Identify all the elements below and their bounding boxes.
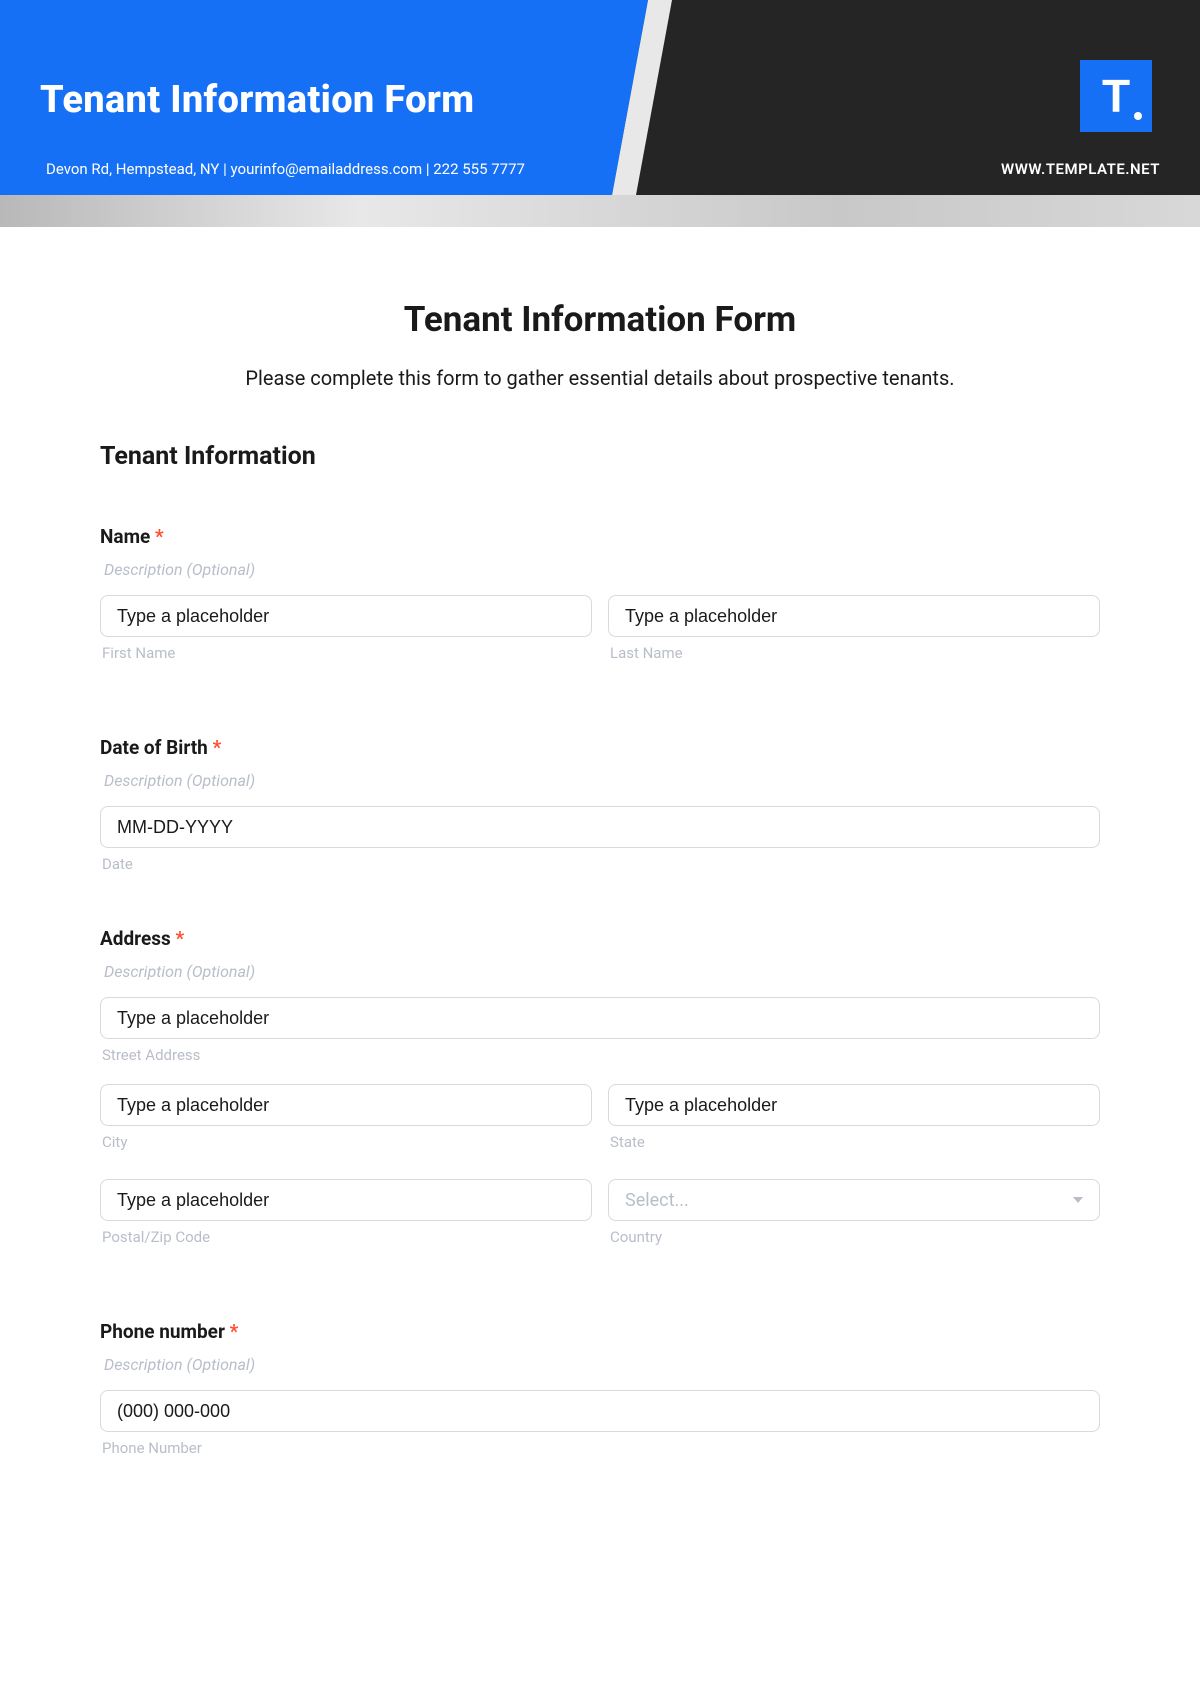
banner-url: WWW.TEMPLATE.NET xyxy=(1001,160,1160,178)
field-name: Name * Description (Optional) First Name… xyxy=(100,525,1100,682)
field-dob: Date of Birth * Description (Optional) D… xyxy=(100,736,1100,873)
phone-sublabel: Phone Number xyxy=(100,1439,1100,1457)
name-label: Name * xyxy=(100,525,1100,548)
first-name-input[interactable] xyxy=(100,595,592,637)
form-content: Tenant Information Form Please complete … xyxy=(0,227,1200,1551)
required-mark: * xyxy=(230,1320,239,1343)
required-mark: * xyxy=(213,736,222,759)
dob-label: Date of Birth * xyxy=(100,736,1100,759)
phone-label: Phone number * xyxy=(100,1320,1100,1343)
phone-label-text: Phone number xyxy=(100,1320,225,1343)
dob-description: Description (Optional) xyxy=(100,771,1100,790)
street-sublabel: Street Address xyxy=(100,1046,1100,1064)
last-name-input[interactable] xyxy=(608,595,1100,637)
state-sublabel: State xyxy=(608,1133,1100,1151)
address-label-text: Address xyxy=(100,927,171,950)
postal-sublabel: Postal/Zip Code xyxy=(100,1228,592,1246)
state-input[interactable] xyxy=(608,1084,1100,1126)
header-banner: Tenant Information Form Devon Rd, Hempst… xyxy=(0,0,1200,195)
address-label: Address * xyxy=(100,927,1100,950)
brand-logo-letter: T xyxy=(1102,69,1130,123)
banner-title: Tenant Information Form xyxy=(40,78,474,122)
page-description: Please complete this form to gather esse… xyxy=(100,366,1100,390)
phone-description: Description (Optional) xyxy=(100,1355,1100,1374)
dob-sublabel: Date xyxy=(100,855,1100,873)
street-address-input[interactable] xyxy=(100,997,1100,1039)
required-mark: * xyxy=(155,525,164,548)
country-select[interactable]: Select... xyxy=(608,1179,1100,1221)
first-name-sublabel: First Name xyxy=(100,644,592,662)
last-name-sublabel: Last Name xyxy=(608,644,1100,662)
city-input[interactable] xyxy=(100,1084,592,1126)
dob-label-text: Date of Birth xyxy=(100,736,208,759)
page-title: Tenant Information Form xyxy=(100,299,1100,340)
required-mark: * xyxy=(175,927,184,950)
banner-subtitle: Devon Rd, Hempstead, NY | yourinfo@email… xyxy=(46,160,525,178)
name-description: Description (Optional) xyxy=(100,560,1100,579)
name-label-text: Name xyxy=(100,525,150,548)
field-phone: Phone number * Description (Optional) Ph… xyxy=(100,1320,1100,1457)
section-title: Tenant Information xyxy=(100,442,1100,471)
city-sublabel: City xyxy=(100,1133,592,1151)
address-description: Description (Optional) xyxy=(100,962,1100,981)
brand-logo-dot-icon xyxy=(1134,112,1142,120)
dob-input[interactable] xyxy=(100,806,1100,848)
country-select-placeholder: Select... xyxy=(625,1190,689,1211)
divider-bar xyxy=(0,195,1200,227)
postal-input[interactable] xyxy=(100,1179,592,1221)
country-sublabel: Country xyxy=(608,1228,1100,1246)
chevron-down-icon xyxy=(1073,1197,1083,1203)
field-address: Address * Description (Optional) Street … xyxy=(100,927,1100,1266)
brand-logo: T xyxy=(1080,60,1152,132)
phone-input[interactable] xyxy=(100,1390,1100,1432)
